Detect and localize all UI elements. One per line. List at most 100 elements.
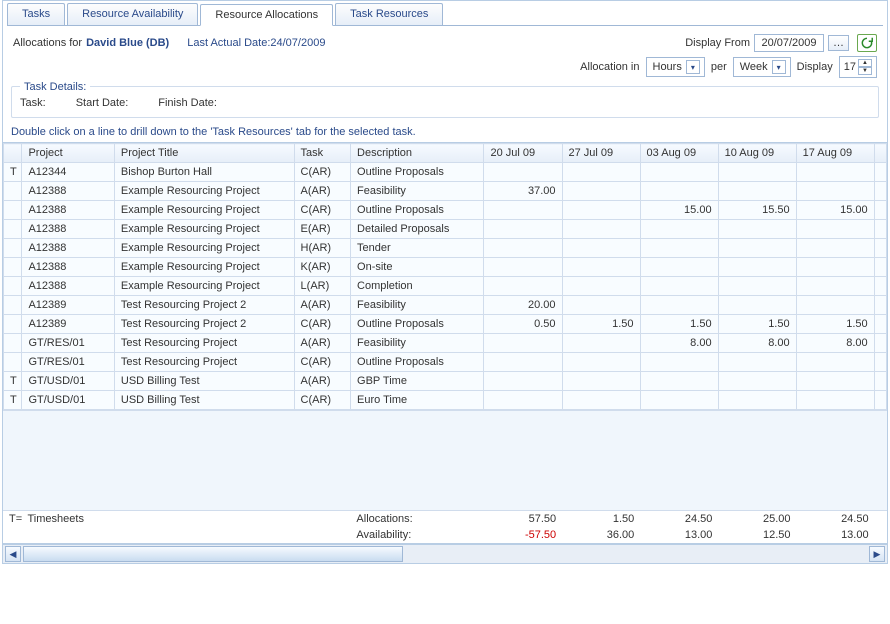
col-date-1[interactable]: 27 Jul 09: [562, 144, 640, 163]
cell-value[interactable]: [718, 239, 796, 258]
cell-value[interactable]: 0.50: [484, 315, 562, 334]
display-from-value[interactable]: 20/07/2009: [754, 34, 824, 52]
allocations-grid[interactable]: Project Project Title Task Description 2…: [3, 142, 887, 544]
scroll-left-icon[interactable]: ◀: [5, 546, 21, 562]
cell-value[interactable]: [718, 391, 796, 410]
table-row[interactable]: TGT/USD/01USD Billing TestA(AR)GBP Time: [4, 372, 887, 391]
cell-value[interactable]: 15.50: [718, 201, 796, 220]
refresh-button[interactable]: [857, 34, 877, 52]
col-date-3[interactable]: 10 Aug 09: [718, 144, 796, 163]
cell-value[interactable]: 20.00: [484, 296, 562, 315]
cell-value[interactable]: [640, 353, 718, 372]
cell-value[interactable]: [640, 163, 718, 182]
cell-value[interactable]: [796, 277, 874, 296]
col-project[interactable]: Project: [22, 144, 114, 163]
cell-value[interactable]: [484, 353, 562, 372]
table-row[interactable]: A12388Example Resourcing ProjectK(AR)On-…: [4, 258, 887, 277]
cell-value[interactable]: [640, 372, 718, 391]
cell-value[interactable]: [562, 163, 640, 182]
cell-value[interactable]: [562, 372, 640, 391]
cell-value[interactable]: [796, 258, 874, 277]
cell-value[interactable]: [718, 296, 796, 315]
cell-value[interactable]: [562, 182, 640, 201]
cell-value[interactable]: [640, 391, 718, 410]
cell-value[interactable]: [796, 353, 874, 372]
table-row[interactable]: TA12344Bishop Burton HallC(AR)Outline Pr…: [4, 163, 887, 182]
cell-value[interactable]: [718, 277, 796, 296]
cell-value[interactable]: [640, 296, 718, 315]
cell-value[interactable]: [562, 334, 640, 353]
cell-value[interactable]: 1.50: [796, 315, 874, 334]
table-row[interactable]: A12388Example Resourcing ProjectL(AR)Com…: [4, 277, 887, 296]
cell-value[interactable]: [562, 201, 640, 220]
allocation-in-dropdown[interactable]: Hours ▾: [646, 57, 705, 77]
cell-value[interactable]: [562, 277, 640, 296]
table-row[interactable]: TGT/USD/01USD Billing TestC(AR)Euro Time: [4, 391, 887, 410]
display-count-spinner[interactable]: 17 ▲ ▼: [839, 56, 877, 78]
cell-value[interactable]: [718, 182, 796, 201]
cell-value[interactable]: [484, 163, 562, 182]
cell-value[interactable]: 1.50: [640, 315, 718, 334]
cell-value[interactable]: [718, 220, 796, 239]
cell-value[interactable]: [562, 258, 640, 277]
cell-value[interactable]: 8.00: [718, 334, 796, 353]
col-description[interactable]: Description: [351, 144, 484, 163]
cell-value[interactable]: [796, 372, 874, 391]
tab-task-resources[interactable]: Task Resources: [335, 3, 443, 25]
tab-tasks[interactable]: Tasks: [7, 3, 65, 25]
cell-value[interactable]: [484, 201, 562, 220]
scrollbar-track[interactable]: [23, 546, 867, 562]
cell-value[interactable]: 8.00: [640, 334, 718, 353]
scroll-right-icon[interactable]: ▶: [869, 546, 885, 562]
cell-value[interactable]: [718, 163, 796, 182]
table-row[interactable]: GT/RES/01Test Resourcing ProjectA(AR)Fea…: [4, 334, 887, 353]
cell-value[interactable]: [796, 391, 874, 410]
table-row[interactable]: A12388Example Resourcing ProjectH(AR)Ten…: [4, 239, 887, 258]
col-date-4[interactable]: 17 Aug 09: [796, 144, 874, 163]
cell-value[interactable]: [562, 353, 640, 372]
cell-value[interactable]: [484, 277, 562, 296]
per-dropdown[interactable]: Week ▾: [733, 57, 791, 77]
cell-value[interactable]: [718, 372, 796, 391]
col-task[interactable]: Task: [294, 144, 350, 163]
table-row[interactable]: A12388Example Resourcing ProjectC(AR)Out…: [4, 201, 887, 220]
cell-value[interactable]: [484, 239, 562, 258]
cell-value[interactable]: [640, 277, 718, 296]
col-date-2[interactable]: 03 Aug 09: [640, 144, 718, 163]
cell-value[interactable]: [562, 391, 640, 410]
cell-value[interactable]: [562, 296, 640, 315]
table-row[interactable]: A12388Example Resourcing ProjectA(AR)Fea…: [4, 182, 887, 201]
tab-resource-allocations[interactable]: Resource Allocations: [200, 4, 333, 26]
table-row[interactable]: A12388Example Resourcing ProjectE(AR)Det…: [4, 220, 887, 239]
cell-value[interactable]: [718, 353, 796, 372]
cell-value[interactable]: [640, 182, 718, 201]
horizontal-scrollbar[interactable]: ◀ ▶: [3, 544, 887, 563]
cell-value[interactable]: [484, 391, 562, 410]
cell-value[interactable]: [640, 239, 718, 258]
cell-value[interactable]: [796, 163, 874, 182]
cell-value[interactable]: [484, 372, 562, 391]
cell-value[interactable]: 15.00: [796, 201, 874, 220]
cell-value[interactable]: [796, 182, 874, 201]
cell-value[interactable]: [640, 258, 718, 277]
cell-value[interactable]: 8.00: [796, 334, 874, 353]
cell-value[interactable]: [484, 334, 562, 353]
col-project-title[interactable]: Project Title: [114, 144, 294, 163]
table-row[interactable]: A12389Test Resourcing Project 2A(AR)Feas…: [4, 296, 887, 315]
scrollbar-thumb[interactable]: [23, 546, 403, 562]
cell-value[interactable]: 1.50: [718, 315, 796, 334]
cell-value[interactable]: [796, 296, 874, 315]
table-row[interactable]: A12389Test Resourcing Project 2C(AR)Outl…: [4, 315, 887, 334]
cell-value[interactable]: [718, 258, 796, 277]
cell-value[interactable]: [484, 258, 562, 277]
spin-up-icon[interactable]: ▲: [858, 59, 872, 67]
tab-resource-availability[interactable]: Resource Availability: [67, 3, 198, 25]
cell-value[interactable]: [796, 239, 874, 258]
table-row[interactable]: GT/RES/01Test Resourcing ProjectC(AR)Out…: [4, 353, 887, 372]
cell-value[interactable]: [796, 220, 874, 239]
spin-down-icon[interactable]: ▼: [858, 67, 872, 75]
cell-value[interactable]: [562, 239, 640, 258]
cell-value[interactable]: 1.50: [562, 315, 640, 334]
col-date-0[interactable]: 20 Jul 09: [484, 144, 562, 163]
cell-value[interactable]: [640, 220, 718, 239]
